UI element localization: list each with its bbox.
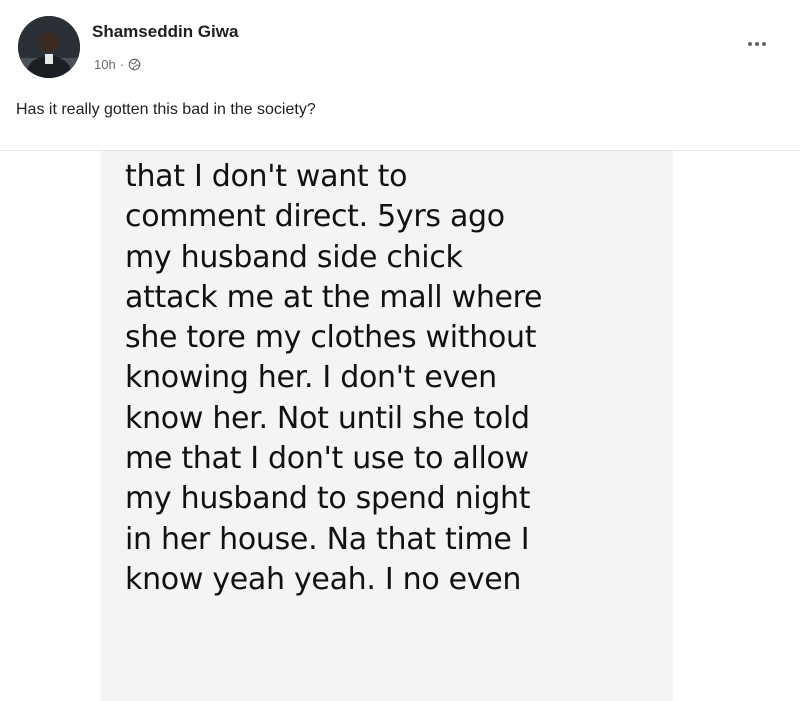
profile-photo bbox=[18, 16, 80, 78]
text-line: knowing her. I don't even bbox=[125, 360, 497, 396]
avatar[interactable] bbox=[18, 16, 80, 78]
text-line: that I don't want to bbox=[125, 159, 408, 194]
text-line: know her. Not until she told bbox=[125, 400, 530, 436]
text-line: attack me at the mall where bbox=[125, 279, 543, 315]
post-meta: 10h · bbox=[94, 57, 141, 72]
text-line: my husband side chick bbox=[125, 239, 463, 275]
text-line: she tore my clothes without bbox=[125, 320, 537, 356]
more-options-icon bbox=[748, 42, 752, 46]
author-name[interactable]: Shamseddin Giwa bbox=[92, 22, 238, 42]
post-header: Shamseddin Giwa 10h · bbox=[0, 0, 800, 92]
text-line: know yeah yeah. I no even bbox=[125, 561, 522, 597]
text-line: my husband to spend night bbox=[125, 481, 531, 517]
text-line: in her house. Na that time I bbox=[125, 521, 530, 557]
post-timestamp[interactable]: 10h bbox=[94, 57, 116, 72]
more-options-icon bbox=[755, 42, 759, 46]
more-options-icon bbox=[762, 42, 766, 46]
text-line: me that I don't use to allow bbox=[125, 441, 529, 477]
post-image[interactable]: that I don't want to comment direct. 5yr… bbox=[101, 151, 673, 701]
more-options-button[interactable] bbox=[742, 34, 772, 54]
text-line: comment direct. 5yrs ago bbox=[125, 199, 505, 235]
globe-icon bbox=[128, 58, 141, 71]
meta-separator: · bbox=[119, 57, 125, 72]
post-caption: Has it really gotten this bad in the soc… bbox=[16, 101, 316, 118]
screenshot-text: that I don't want to comment direct. 5yr… bbox=[125, 157, 543, 600]
